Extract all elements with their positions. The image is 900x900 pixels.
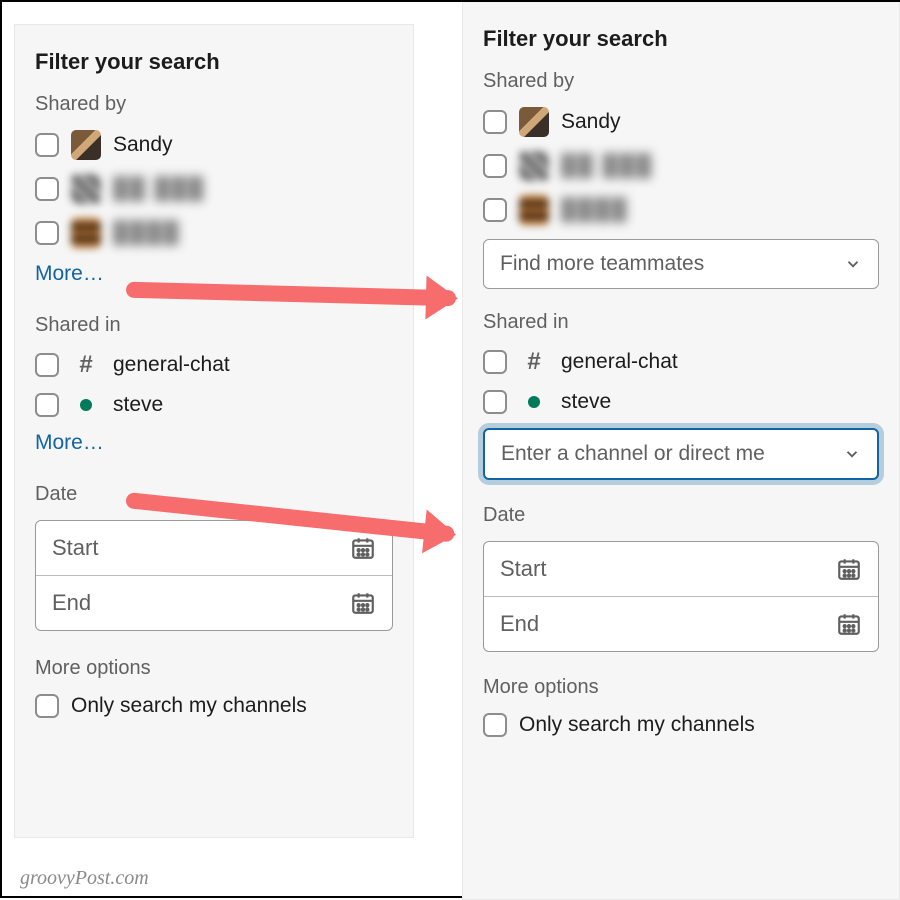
shared-by-label: Shared by <box>35 93 393 116</box>
shared-in-label: Shared in <box>35 314 393 337</box>
calendar-icon <box>836 556 862 582</box>
select-placeholder: Enter a channel or direct me <box>501 442 765 466</box>
person-row[interactable]: ██ ███ <box>483 151 879 181</box>
avatar <box>71 218 101 248</box>
chevron-down-icon <box>844 255 862 273</box>
date-end-input[interactable]: End <box>36 575 392 630</box>
person-name: ████ <box>113 221 181 245</box>
person-name: Sandy <box>113 133 173 157</box>
date-end-placeholder: End <box>52 590 91 616</box>
person-row[interactable]: Sandy <box>483 107 879 137</box>
checkbox[interactable] <box>35 694 59 718</box>
person-row[interactable]: ████ <box>35 218 393 248</box>
avatar <box>519 107 549 137</box>
presence-dot-icon <box>80 399 92 411</box>
checkbox[interactable] <box>483 713 507 737</box>
checkbox[interactable] <box>35 177 59 201</box>
avatar <box>519 195 549 225</box>
presence-dot-icon <box>528 396 540 408</box>
date-end-input[interactable]: End <box>484 596 878 651</box>
avatar <box>71 130 101 160</box>
avatar <box>71 174 101 204</box>
person-name: Sandy <box>561 110 621 134</box>
checkbox[interactable] <box>483 350 507 374</box>
more-channels-link[interactable]: More… <box>35 431 393 455</box>
date-start-input[interactable]: Start <box>484 542 878 596</box>
checkbox[interactable] <box>483 390 507 414</box>
checkbox[interactable] <box>35 353 59 377</box>
select-placeholder: Find more teammates <box>500 252 704 276</box>
channel-row[interactable]: steve <box>483 390 879 414</box>
panel-heading: Filter your search <box>35 49 393 75</box>
date-start-placeholder: Start <box>52 535 98 561</box>
avatar <box>519 151 549 181</box>
panel-heading: Filter your search <box>483 26 879 52</box>
checkbox[interactable] <box>35 133 59 157</box>
date-range-group: Start End <box>483 541 879 652</box>
shared-by-label: Shared by <box>483 70 879 93</box>
only-my-channels-label: Only search my channels <box>519 713 755 737</box>
channel-row[interactable]: # general-chat <box>483 348 879 376</box>
channel-row[interactable]: steve <box>35 393 393 417</box>
watermark: groovyPost.com <box>20 867 149 890</box>
only-my-channels-row[interactable]: Only search my channels <box>483 713 879 737</box>
channel-name: steve <box>113 393 163 417</box>
checkbox[interactable] <box>35 393 59 417</box>
person-name: ████ <box>561 198 629 222</box>
calendar-icon <box>836 611 862 637</box>
checkbox[interactable] <box>483 154 507 178</box>
date-range-group: Start End <box>35 520 393 631</box>
person-row[interactable]: ████ <box>483 195 879 225</box>
chevron-down-icon <box>843 445 861 463</box>
calendar-icon <box>350 590 376 616</box>
date-end-placeholder: End <box>500 611 539 637</box>
hash-icon: # <box>519 348 549 376</box>
person-row[interactable]: ██ ███ <box>35 174 393 204</box>
channel-row[interactable]: # general-chat <box>35 351 393 379</box>
filter-panel-expanded: Filter your search Shared by Sandy ██ ██… <box>462 2 900 900</box>
more-options-label: More options <box>35 657 393 680</box>
date-start-placeholder: Start <box>500 556 546 582</box>
hash-icon: # <box>71 351 101 379</box>
filter-panel-collapsed: Filter your search Shared by Sandy ██ ██… <box>14 24 414 838</box>
channel-name: general-chat <box>113 353 230 377</box>
calendar-icon <box>350 535 376 561</box>
more-options-label: More options <box>483 676 879 699</box>
person-name: ██ ███ <box>113 177 205 201</box>
only-my-channels-label: Only search my channels <box>71 694 307 718</box>
checkbox[interactable] <box>483 198 507 222</box>
checkbox[interactable] <box>483 110 507 134</box>
date-label: Date <box>483 504 879 527</box>
person-row[interactable]: Sandy <box>35 130 393 160</box>
enter-channel-select[interactable]: Enter a channel or direct me <box>483 428 879 480</box>
more-people-link[interactable]: More… <box>35 262 393 286</box>
shared-in-label: Shared in <box>483 311 879 334</box>
channel-name: general-chat <box>561 350 678 374</box>
person-name: ██ ███ <box>561 154 653 178</box>
find-more-teammates-select[interactable]: Find more teammates <box>483 239 879 289</box>
checkbox[interactable] <box>35 221 59 245</box>
only-my-channels-row[interactable]: Only search my channels <box>35 694 393 718</box>
channel-name: steve <box>561 390 611 414</box>
